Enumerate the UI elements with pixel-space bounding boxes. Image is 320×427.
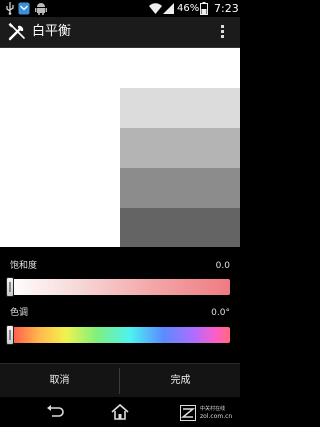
gray-swatch-mid-dark: [120, 168, 240, 208]
button-divider: [119, 368, 120, 394]
screen: 46% 7:23 白平衡 饱和度 0.0 色调 0.0° 取消 完成 中关村在线…: [0, 0, 240, 427]
battery-percent: 46%: [177, 3, 200, 14]
wifi-icon: [149, 3, 162, 14]
overflow-menu-icon[interactable]: [220, 25, 226, 41]
hue-slider[interactable]: [8, 327, 230, 343]
back-icon[interactable]: [44, 402, 64, 422]
zol-logo-icon: [180, 405, 196, 421]
home-icon[interactable]: [110, 402, 130, 422]
saturation-slider[interactable]: [8, 279, 230, 295]
hue-value: 0.0°: [211, 308, 230, 318]
navigation-bar: 中关村在线 zol.com.cn: [0, 397, 240, 427]
done-button[interactable]: 完成: [121, 364, 240, 398]
battery-icon: [200, 2, 208, 15]
hue-slider-thumb[interactable]: [6, 325, 14, 345]
watermark-line1: 中关村在线: [200, 406, 226, 412]
gray-swatch-dark: [120, 208, 240, 247]
cancel-button[interactable]: 取消: [0, 364, 119, 398]
button-bar: 取消 完成: [0, 363, 240, 398]
tools-icon[interactable]: [8, 23, 26, 41]
clock: 7:23: [214, 2, 239, 15]
status-bar: 46% 7:23: [0, 0, 240, 17]
gray-swatch-mid-light: [120, 128, 240, 168]
white-balance-preview: [0, 48, 240, 247]
gray-swatch-light: [120, 88, 240, 128]
watermark-line2: zol.com.cn: [200, 413, 233, 420]
notification-icon: [18, 2, 30, 15]
android-icon: [35, 3, 47, 15]
adjustment-controls: 饱和度 0.0 色调 0.0°: [0, 247, 240, 363]
signal-icon: [163, 3, 174, 14]
action-bar: 白平衡: [0, 17, 240, 48]
saturation-label: 饱和度: [10, 261, 38, 271]
page-title: 白平衡: [32, 24, 72, 39]
saturation-slider-thumb[interactable]: [6, 277, 14, 297]
saturation-value: 0.0: [215, 261, 230, 271]
watermark: 中关村在线 zol.com.cn: [180, 405, 238, 425]
usb-icon: [6, 2, 14, 15]
hue-label: 色调: [10, 308, 29, 318]
